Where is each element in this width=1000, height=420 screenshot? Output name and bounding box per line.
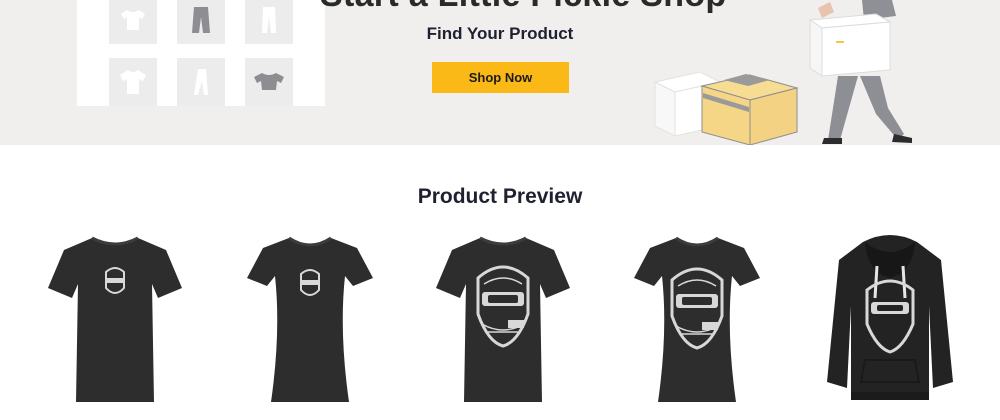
tshirt-icon <box>247 236 373 402</box>
hero-subtitle: Find Your Product <box>426 24 574 43</box>
product-card-mens-tshirt[interactable] <box>40 232 190 407</box>
person-carrying-box-illustration <box>808 0 912 144</box>
product-card-hoodie[interactable] <box>815 232 965 407</box>
shop-now-button[interactable]: Shop Now <box>432 62 569 93</box>
product-preview-title: Product Preview <box>417 185 583 208</box>
product-card-womens-tshirt-large-print[interactable] <box>622 232 772 407</box>
tshirt-icon <box>634 236 760 402</box>
tshirt-icon <box>48 236 182 402</box>
boxes-illustration <box>653 71 799 145</box>
tshirt-icon <box>109 58 157 106</box>
pants-icon <box>177 0 225 44</box>
tshirt-icon <box>436 236 570 402</box>
product-card-mens-tshirt-large-print[interactable] <box>428 232 578 407</box>
hero-banner: Start a Little Pickle Shop Find Your Pro… <box>0 0 1000 145</box>
shirt-icon <box>109 0 157 44</box>
clothing-grid-illustration <box>77 0 325 106</box>
product-card-womens-tshirt[interactable] <box>235 232 385 407</box>
crop-top-icon <box>245 58 293 106</box>
hero-headline: Start a Little Pickle Shop <box>320 0 726 15</box>
pants-icon <box>177 58 225 106</box>
hoodie-icon <box>827 235 953 400</box>
pants-icon <box>245 0 293 44</box>
